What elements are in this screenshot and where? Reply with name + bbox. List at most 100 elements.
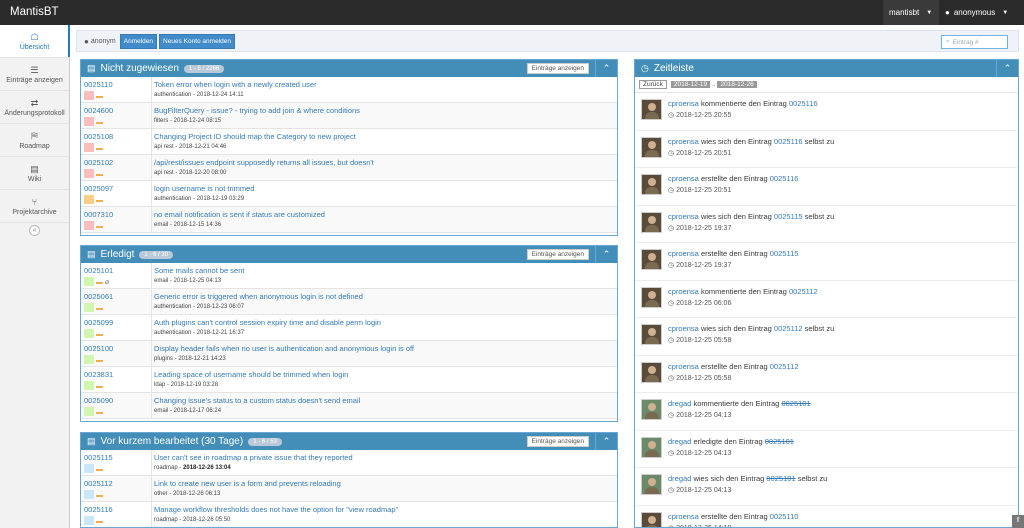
issue-summary-link[interactable]: Manage workflow thresholds does not have… <box>154 505 398 514</box>
issue-summary-link[interactable]: no email notification is sent if status … <box>154 210 325 219</box>
issue-summary-link[interactable]: login username is not trimmed <box>154 184 254 193</box>
issue-summary-link[interactable]: Generic error is triggered when anonymou… <box>154 292 363 301</box>
issue-summary-link[interactable]: BugFilterQuery - issue? - trying to add … <box>154 106 360 115</box>
collapse-icon[interactable]: ⌃ <box>595 433 617 450</box>
collapse-icon[interactable]: ⌃ <box>595 60 617 77</box>
issue-meta-text: api rest - 2018-12-21 04:46 <box>154 144 227 150</box>
issue-id-link[interactable]: 0025116 <box>84 505 113 514</box>
issue-summary-link[interactable]: Display header fails when no user is aut… <box>154 344 414 353</box>
issue-id-link[interactable]: 0024600 <box>84 106 113 115</box>
table-row: 0025100 Display header fails when no user… <box>81 341 617 367</box>
timeline-issue-link[interactable]: 0025116 <box>770 174 799 183</box>
timeline-action: wies sich den Eintrag <box>700 136 772 146</box>
timeline-action: erstellte den Eintrag <box>700 249 768 258</box>
view-issues-button[interactable]: Einträge anzeigen <box>526 249 589 260</box>
timeline-issue-link[interactable]: 0025101 <box>781 399 810 408</box>
timeline-issue-link[interactable]: 0025112 <box>770 362 799 371</box>
timeline-user-link[interactable]: cproensa <box>668 137 699 146</box>
issue-summary-link[interactable]: Link to create new user is a form and pr… <box>154 479 341 488</box>
timeline-user-link[interactable]: dregad <box>668 399 691 408</box>
issue-summary-link[interactable]: Token error when login with a newly crea… <box>154 80 317 89</box>
clock-icon: ◷ <box>668 149 675 157</box>
timeline-user-link[interactable]: cproensa <box>668 362 699 371</box>
issue-id-link[interactable]: 0025099 <box>84 318 113 327</box>
timeline-issue-link[interactable]: 0025101 <box>765 437 794 446</box>
timeline-time: ◷ 2018-12-25 19:37 <box>668 261 731 269</box>
avatar <box>641 249 662 270</box>
timeline-time: ◷ 2018-12-25 20:55 <box>668 111 731 119</box>
table-row: 0025061 Generic error is triggered when a… <box>81 289 617 315</box>
view-issues-button[interactable]: Einträge anzeigen <box>526 63 589 74</box>
issue-id-link[interactable]: 0025108 <box>84 132 113 141</box>
signup-button[interactable]: Neues Konto anmelden <box>159 33 235 49</box>
timeline-user-link[interactable]: cproensa <box>668 174 699 183</box>
issue-meta: ldap - 2018-12-19 03:28 <box>154 382 218 388</box>
timeline-timestamp: 2018-12-25 04:13 <box>676 412 732 419</box>
timeline-time: ◷ 2018-12-25 05:58 <box>668 336 731 344</box>
issue-summary-link[interactable]: Auth plugins can't control session expir… <box>154 318 381 327</box>
timeline-user-link[interactable]: dregad <box>668 437 691 446</box>
scroll-top-button[interactable]: ⇑ <box>1012 515 1024 528</box>
project-menu[interactable]: mantisbt ▼ <box>883 0 939 25</box>
issue-id-link[interactable]: 0025061 <box>84 292 113 301</box>
issue-id-link[interactable]: 0025102 <box>84 158 113 167</box>
login-button[interactable]: Anmelden <box>119 33 158 49</box>
issue-id-link[interactable]: 0025112 <box>84 479 113 488</box>
issue-jump-input[interactable]: ⌕ Eintrag # <box>941 35 1008 49</box>
timeline-user-link[interactable]: cproensa <box>668 99 699 108</box>
avatar <box>641 399 662 420</box>
timeline-issue-link[interactable]: 0025115 <box>770 249 799 258</box>
collapse-icon[interactable]: ⌃ <box>595 246 617 263</box>
sidebar-item-4[interactable]: ▤ Wiki <box>0 157 69 190</box>
timeline-issue-link[interactable]: 0025101 <box>766 474 795 483</box>
timeline-user-link[interactable]: cproensa <box>668 287 699 296</box>
app-brand[interactable]: MantisBT <box>10 6 59 18</box>
issue-summary-link[interactable]: User can't see in roadmap a private issu… <box>154 453 353 462</box>
issue-summary-link[interactable]: Changing issue's status to a custom stat… <box>154 396 360 405</box>
issue-summary-link[interactable]: Some mails cannot be sent <box>154 266 244 275</box>
timeline-issue-link[interactable]: 0025115 <box>774 212 803 221</box>
timeline-entry-text: cproensa kommentierte den Eintrag 002511… <box>668 287 818 296</box>
timeline-issue-link[interactable]: 0025112 <box>789 287 818 296</box>
issue-id-link[interactable]: 0025100 <box>84 344 113 353</box>
timeline-user-link[interactable]: cproensa <box>668 324 699 333</box>
issue-id-link[interactable]: 0025115 <box>84 453 113 462</box>
issue-id-link[interactable]: 0007310 <box>84 210 113 219</box>
timeline-user-link[interactable]: cproensa <box>668 212 699 221</box>
timeline-user-link[interactable]: dregad <box>668 474 691 483</box>
clock-icon: ◷ <box>668 299 675 307</box>
table-row: 0007310 no email notification is sent if … <box>81 207 617 233</box>
timeline-back-button[interactable]: Zurück <box>639 80 667 89</box>
issue-id-link[interactable]: 0025101 <box>84 266 113 275</box>
issue-id-link[interactable]: 0025090 <box>84 396 113 405</box>
column-divider <box>151 103 152 128</box>
timeline-entry-text: cproensa kommentierte den Eintrag 002511… <box>668 99 818 108</box>
timeline-issue-link[interactable]: 0025112 <box>774 324 803 333</box>
collapse-icon[interactable]: ⌃ <box>996 60 1018 77</box>
sidebar-item-2[interactable]: ⇄ Änderungsprotokoll <box>0 91 69 124</box>
issue-id-link[interactable]: 0025110 <box>84 80 113 89</box>
timeline-entry: dregad erledigte den Eintrag 0025101 ◷ 2… <box>635 431 1018 468</box>
timeline-user-link[interactable]: cproensa <box>668 512 699 521</box>
timeline-issue-link[interactable]: 0025110 <box>770 512 799 521</box>
collapse-sidebar-icon[interactable]: « <box>29 224 40 236</box>
issue-id-link[interactable]: 0023831 <box>84 370 113 379</box>
sidebar-item-3[interactable]: ⛿ Roadmap <box>0 124 69 157</box>
issue-meta-text: other - 2018-12-26 06:13 <box>154 491 221 497</box>
timeline-user-link[interactable]: cproensa <box>668 249 699 258</box>
sidebar-item-0[interactable]: ☖ Übersicht <box>0 25 70 58</box>
sidebar-item-5[interactable]: ⑂ Projektarchive <box>0 190 69 223</box>
issue-summary-link[interactable]: Changing Project ID should map the Categ… <box>154 132 356 141</box>
timeline-issue-link[interactable]: 0025116 <box>789 99 818 108</box>
sidebar-item-1[interactable]: ☰ Einträge anzeigen <box>0 58 69 91</box>
timeline-action: wies sich den Eintrag <box>700 211 772 221</box>
timeline-entry-text: dregad wies sich den Eintrag 0025101 sel… <box>668 474 827 483</box>
user-menu[interactable]: ● anonymous ▼ <box>940 0 1024 25</box>
timeline-issue-link[interactable]: 0025116 <box>774 137 803 146</box>
issue-summary-link[interactable]: /api/rest/issues endpoint supposedly ret… <box>154 158 374 167</box>
issue-summary-link[interactable]: Leading space of username should be trim… <box>154 370 348 379</box>
issue-id-link[interactable]: 0025097 <box>84 184 113 193</box>
view-issues-button[interactable]: Einträge anzeigen <box>526 436 589 447</box>
priority-icon <box>96 308 103 310</box>
column-divider <box>151 181 152 206</box>
